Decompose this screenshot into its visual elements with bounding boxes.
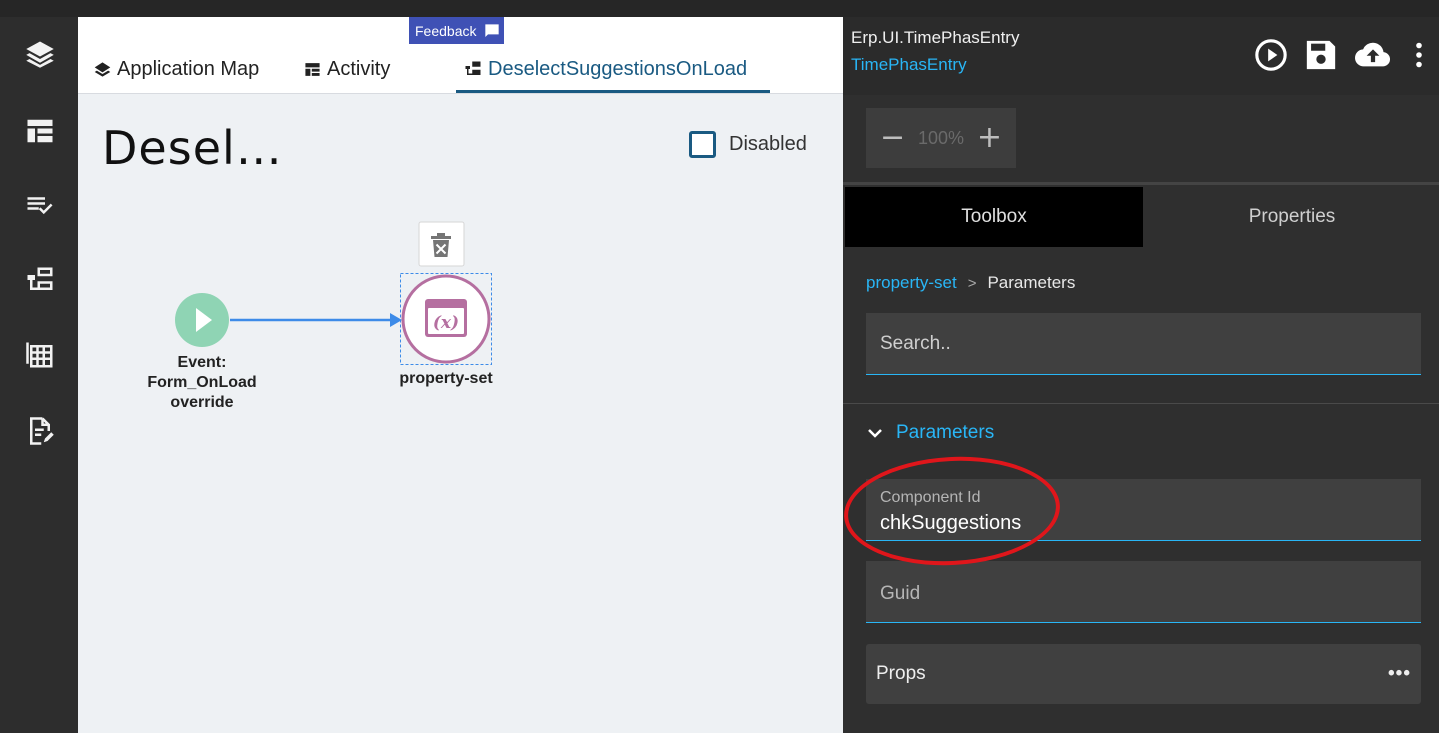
component-id-label: Component Id xyxy=(880,489,981,506)
breadcrumb-current: Parameters xyxy=(987,273,1076,292)
checklist-icon[interactable] xyxy=(22,188,58,224)
start-node-label: Event: Form_OnLoad override xyxy=(132,353,272,413)
save-icon xyxy=(1306,40,1336,70)
right-panel: Erp.UI.TimePhasEntry TimePhasEntry − 100… xyxy=(843,17,1439,733)
run-button[interactable] xyxy=(1253,37,1289,73)
breadcrumb-separator: > xyxy=(967,274,977,292)
edit-document-icon[interactable] xyxy=(22,413,58,449)
tab-properties[interactable]: Properties xyxy=(1143,187,1439,247)
chevron-down-icon xyxy=(868,429,882,438)
start-node-label-line: Event: xyxy=(177,354,227,371)
panel-title: Erp.UI.TimePhasEntry xyxy=(851,28,1020,47)
guid-placeholder: Guid xyxy=(880,583,921,604)
publish-button[interactable] xyxy=(1353,37,1393,73)
svg-text:(x): (x) xyxy=(433,313,459,333)
grid-icon[interactable] xyxy=(22,337,58,373)
section-label: Parameters xyxy=(896,422,995,443)
start-node-label-line: Form_OnLoad xyxy=(147,374,257,391)
start-node[interactable] xyxy=(175,293,229,347)
more-vert-button[interactable] xyxy=(1405,37,1433,73)
start-node-label-line: override xyxy=(170,394,234,411)
zoom-level: 100% xyxy=(917,127,965,148)
props-label: Props xyxy=(876,663,926,684)
divider xyxy=(843,403,1439,404)
component-id-field[interactable]: Component Id chkSuggestions xyxy=(866,479,1421,541)
props-row[interactable]: Props ••• xyxy=(866,644,1421,704)
top-strip xyxy=(0,0,1439,17)
property-set-node[interactable]: (x) xyxy=(401,274,491,364)
more-vert-icon xyxy=(1416,42,1422,68)
zoom-control: − 100% + xyxy=(866,108,1016,168)
panel-subtitle[interactable]: TimePhasEntry xyxy=(851,55,967,75)
tab-toolbox[interactable]: Toolbox xyxy=(845,187,1143,247)
workflow-icon[interactable] xyxy=(22,262,58,298)
left-nav xyxy=(0,17,78,733)
zoom-in-button[interactable]: + xyxy=(977,123,1002,153)
table-layout-icon[interactable] xyxy=(22,113,58,149)
property-set-node-label: property-set xyxy=(399,370,493,387)
designer-area: Feedback Application Map Activity Desele… xyxy=(78,17,843,733)
save-button[interactable] xyxy=(1303,37,1339,73)
guid-field[interactable]: Guid xyxy=(866,561,1421,623)
layers-icon[interactable] xyxy=(22,36,58,72)
component-id-value: chkSuggestions xyxy=(880,512,1022,534)
breadcrumb-link-property-set[interactable]: property-set xyxy=(866,273,957,293)
cloud-upload-icon xyxy=(1354,42,1391,67)
zoom-out-button[interactable]: − xyxy=(880,123,905,153)
breadcrumb: property-set > Parameters xyxy=(866,273,1075,293)
play-circle-icon xyxy=(1255,39,1287,71)
more-horiz-icon[interactable]: ••• xyxy=(1388,663,1411,685)
parameters-section-header[interactable]: Parameters xyxy=(866,422,994,444)
divider xyxy=(843,182,1439,185)
panel-header: Erp.UI.TimePhasEntry TimePhasEntry xyxy=(843,17,1439,95)
search-input[interactable] xyxy=(866,313,1421,375)
